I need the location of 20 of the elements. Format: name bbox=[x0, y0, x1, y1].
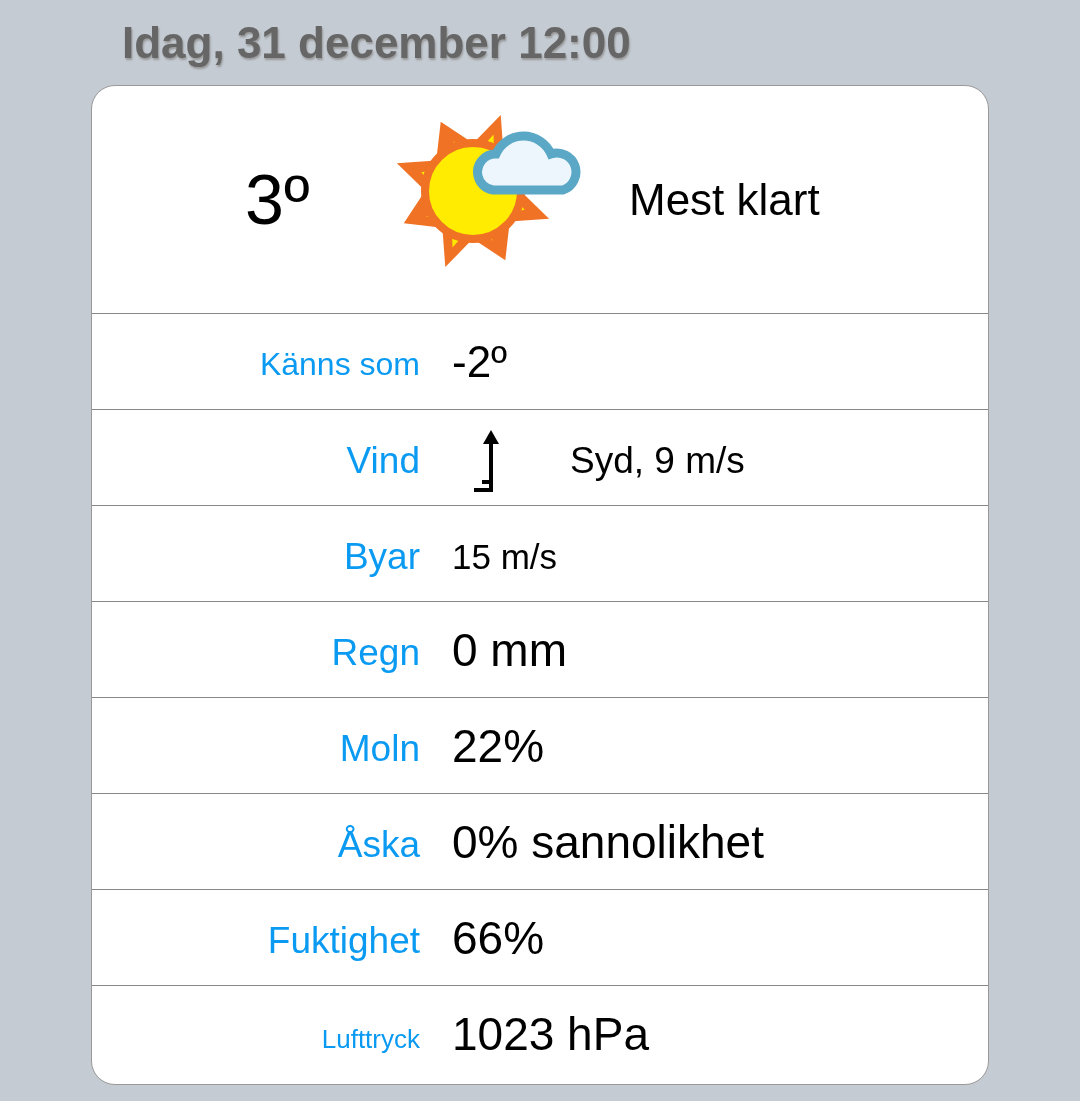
row-label: Regn bbox=[330, 630, 420, 674]
row-value: 15 m/s bbox=[452, 535, 558, 577]
row-value: 0 mm bbox=[452, 622, 567, 677]
row-value: 1023 hPa bbox=[452, 1006, 649, 1061]
row-label: Fuktighet bbox=[266, 918, 420, 962]
row-label: Byar bbox=[342, 534, 420, 578]
row-label: Vind bbox=[345, 438, 420, 482]
wind-barb-icon bbox=[472, 429, 502, 494]
condition-text: Mest klart bbox=[629, 174, 820, 225]
row-label: Lufttryck bbox=[320, 1023, 420, 1055]
row-label: Åska bbox=[336, 822, 420, 866]
row-value: -2º bbox=[452, 336, 508, 387]
row-value: 66% bbox=[452, 910, 545, 965]
row-label: Moln bbox=[338, 726, 420, 770]
row-label: Känns som bbox=[258, 345, 420, 383]
temperature: 3º bbox=[245, 159, 311, 240]
row-value: 0% sannolikhet bbox=[452, 814, 764, 869]
row-value: Syd, 9 m/s bbox=[570, 438, 745, 482]
date-heading: Idag, 31 december 12:00 bbox=[121, 17, 632, 69]
row-value: 22% bbox=[452, 718, 545, 773]
